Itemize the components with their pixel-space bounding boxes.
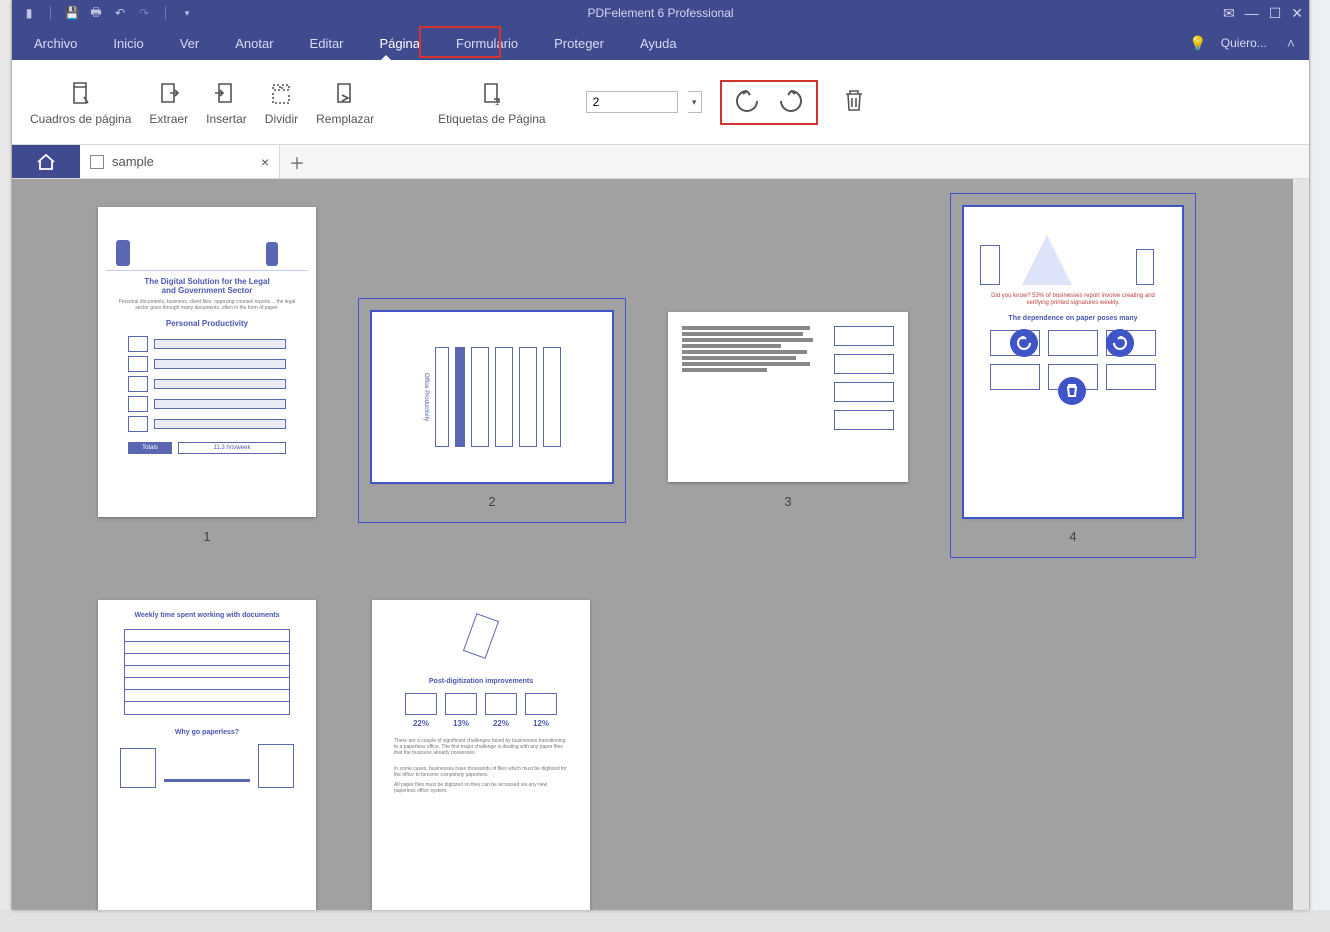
menu-formulario[interactable]: Formulario xyxy=(438,26,536,60)
thumbnail-page-1[interactable]: The Digital Solution for the Legal and G… xyxy=(98,207,316,544)
qat-separator xyxy=(165,6,166,20)
thumbnail-canvas: Did you know? 53% of businesses report i… xyxy=(964,207,1182,517)
split-icon xyxy=(268,79,294,109)
menu-ayuda[interactable]: Ayuda xyxy=(622,26,695,60)
document-tabs: sample × ＋ xyxy=(12,145,1309,179)
maximize-button[interactable]: ☐ xyxy=(1269,5,1282,22)
p4-heading: The dependence on paper poses many xyxy=(972,315,1174,322)
thumbnail-page-2[interactable]: Office Productivity 2 xyxy=(372,312,612,509)
p5-heading: Weekly time spent working with documents xyxy=(106,612,308,619)
new-tab-button[interactable]: ＋ xyxy=(280,145,314,178)
extract-button[interactable]: Extraer xyxy=(149,79,188,126)
thumbnail-page-5[interactable]: Weekly time spent working with documents… xyxy=(98,600,316,910)
menu-bar: Archivo Inicio Ver Anotar Editar Página … xyxy=(12,26,1309,60)
p6-pct-1: 13% xyxy=(445,719,477,728)
menu-archivo[interactable]: Archivo xyxy=(16,26,95,60)
window-controls: ✉ — ☐ ✕ xyxy=(1223,5,1303,22)
page-range-control: ▾ xyxy=(586,91,702,113)
mail-icon[interactable]: ✉ xyxy=(1223,5,1235,22)
insert-icon xyxy=(213,79,239,109)
rotate-left-button[interactable] xyxy=(732,86,762,119)
p6-pct-3: 12% xyxy=(525,719,557,728)
thumbnail-number: 1 xyxy=(203,529,210,544)
page-boxes-button[interactable]: Cuadros de página xyxy=(30,79,131,126)
redo-icon[interactable]: ↷ xyxy=(137,6,151,20)
replace-button[interactable]: Remplazar xyxy=(316,79,374,126)
thumbnail-number: 4 xyxy=(1069,529,1076,544)
help-hint[interactable]: Quiero... xyxy=(1221,36,1267,50)
app-title: PDFelement 6 Professional xyxy=(587,6,733,20)
thumbnail-number: 3 xyxy=(784,494,791,509)
replace-icon xyxy=(332,79,358,109)
menu-editar[interactable]: Editar xyxy=(292,26,362,60)
menu-pagina[interactable]: Página xyxy=(362,26,438,60)
collapse-ribbon-icon[interactable]: ˄ xyxy=(1281,35,1301,51)
menu-pagina-label: Página xyxy=(380,36,420,51)
split-button[interactable]: Dividir xyxy=(265,79,298,126)
p1-section: Personal Productivity xyxy=(106,319,308,328)
insert-button[interactable]: Insertar xyxy=(206,79,247,126)
overlay-rotate-right-button[interactable] xyxy=(1106,329,1134,357)
minimize-button[interactable]: — xyxy=(1245,5,1259,22)
extract-label: Extraer xyxy=(149,112,188,126)
qat-more-icon[interactable]: ▾ xyxy=(180,6,194,20)
p1-total-value: 11.3 hrs/week xyxy=(178,442,286,454)
p1-title1: The Digital Solution for the Legal xyxy=(106,277,308,286)
overlay-delete-button[interactable] xyxy=(1058,377,1086,405)
page-range-input[interactable] xyxy=(586,91,678,113)
quick-access-toolbar: ▮ 💾 🖶 ↶ ↷ ▾ xyxy=(12,6,204,20)
p1-total-label: Totals xyxy=(128,442,172,454)
insert-label: Insertar xyxy=(206,112,247,126)
app-logo-icon: ▮ xyxy=(22,6,36,20)
delete-page-button[interactable] xyxy=(842,88,866,117)
tutorial-highlight-rotate xyxy=(720,80,818,125)
split-label: Dividir xyxy=(265,112,298,126)
menu-anotar[interactable]: Anotar xyxy=(217,26,291,60)
page-range-dropdown[interactable]: ▾ xyxy=(688,91,702,113)
thumbnail-canvas xyxy=(668,312,908,482)
p6-pct-0: 22% xyxy=(405,719,437,728)
page-boxes-label: Cuadros de página xyxy=(30,112,131,126)
undo-icon[interactable]: ↶ xyxy=(113,6,127,20)
lightbulb-icon[interactable]: 💡 xyxy=(1189,35,1206,52)
p5-subheading: Why go paperless? xyxy=(106,729,308,736)
home-tab[interactable] xyxy=(12,145,80,178)
ribbon-pagina: Cuadros de página Extraer Insertar Divid… xyxy=(12,60,1309,145)
menu-ver[interactable]: Ver xyxy=(162,26,218,60)
overlay-rotate-left-button[interactable] xyxy=(1010,329,1038,357)
page-labels-label: Etiquetas de Página xyxy=(438,112,545,126)
vertical-scrollbar[interactable] xyxy=(1293,179,1309,910)
qat-separator xyxy=(50,6,51,20)
rotate-right-button[interactable] xyxy=(776,86,806,119)
p1-title2: and Government Sector xyxy=(106,286,308,295)
close-button[interactable]: ✕ xyxy=(1291,5,1303,22)
print-icon[interactable]: 🖶 xyxy=(89,6,103,20)
title-bar: ▮ 💾 🖶 ↶ ↷ ▾ PDFelement 6 Professional ✉ … xyxy=(12,0,1309,26)
page-thumbnails-area: The Digital Solution for the Legal and G… xyxy=(12,179,1309,910)
page-boxes-icon xyxy=(67,79,95,109)
thumbnail-number: 2 xyxy=(488,494,495,509)
thumbnail-page-4[interactable]: Did you know? 53% of businesses report i… xyxy=(964,207,1182,544)
svg-text:1: 1 xyxy=(495,98,500,107)
document-icon xyxy=(90,155,104,169)
thumbnail-canvas: Weekly time spent working with documents… xyxy=(98,600,316,910)
p6-heading: Post-digitization improvements xyxy=(380,678,582,685)
save-icon[interactable]: 💾 xyxy=(65,6,79,20)
thumbnail-canvas: The Digital Solution for the Legal and G… xyxy=(98,207,316,517)
close-tab-button[interactable]: × xyxy=(261,154,269,170)
extract-icon xyxy=(156,79,182,109)
thumbnail-canvas: Post-digitization improvements 22% 13% 2… xyxy=(372,600,590,910)
p6-pct-2: 22% xyxy=(485,719,517,728)
page-labels-button[interactable]: 1 Etiquetas de Página xyxy=(438,79,545,126)
page-labels-icon: 1 xyxy=(479,79,505,109)
replace-label: Remplazar xyxy=(316,112,374,126)
menu-inicio[interactable]: Inicio xyxy=(95,26,161,60)
document-tab-sample[interactable]: sample × xyxy=(80,145,280,178)
thumbnail-canvas: Office Productivity xyxy=(372,312,612,482)
document-tab-label: sample xyxy=(112,154,253,169)
thumbnail-page-6[interactable]: Post-digitization improvements 22% 13% 2… xyxy=(372,600,590,910)
thumbnail-page-3[interactable]: 3 xyxy=(668,312,908,509)
app-window: ▮ 💾 🖶 ↶ ↷ ▾ PDFelement 6 Professional ✉ … xyxy=(12,0,1309,910)
menu-proteger[interactable]: Proteger xyxy=(536,26,622,60)
